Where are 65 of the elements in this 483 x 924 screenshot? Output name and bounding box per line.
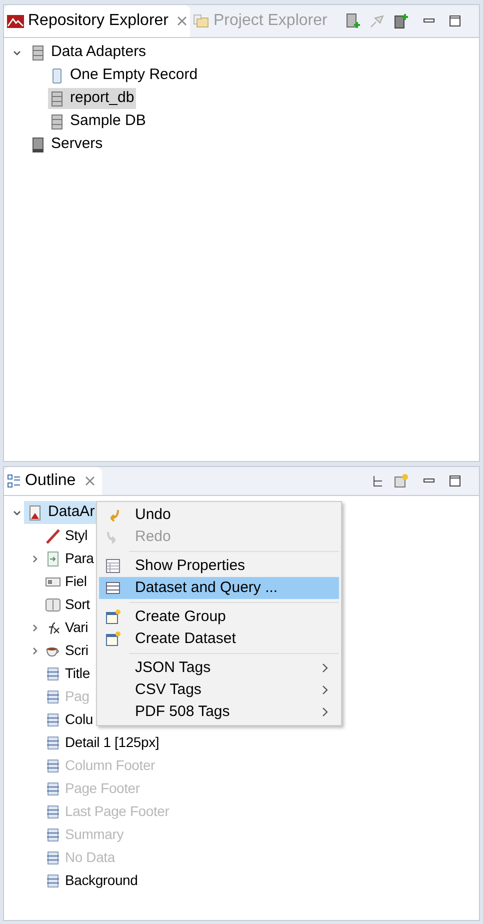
tree-item[interactable]: Colu — [43, 709, 95, 730]
tree-item[interactable]: Title — [43, 663, 92, 684]
tree-item[interactable]: Scri — [43, 640, 90, 661]
band-icon — [46, 874, 60, 888]
tree-item[interactable]: report_db — [48, 88, 136, 109]
tab-label: Repository Explorer — [28, 11, 168, 31]
add-server-icon[interactable] — [393, 13, 409, 29]
close-icon[interactable] — [176, 16, 186, 26]
menu-item[interactable]: Create Group — [99, 606, 339, 628]
tab-label: Outline — [25, 471, 77, 491]
maximize-icon[interactable] — [449, 15, 461, 27]
add-database-icon[interactable] — [345, 13, 361, 29]
new-window-icon — [105, 609, 121, 625]
panel-tab[interactable]: Repository Explorer — [4, 5, 190, 37]
chevron-right-icon[interactable] — [30, 646, 40, 656]
menu-item[interactable]: Create Dataset — [99, 628, 339, 650]
table-icon — [105, 558, 121, 574]
database-icon — [50, 114, 64, 130]
add-band-icon[interactable] — [393, 473, 409, 489]
menu-item[interactable]: PDF 508 Tags — [99, 701, 339, 723]
band-icon — [46, 782, 60, 796]
tree-item[interactable]: Data Adapters — [29, 42, 148, 63]
maximize-icon[interactable] — [449, 475, 461, 487]
tab-label: Project Explorer — [214, 11, 328, 31]
field-icon — [45, 576, 61, 588]
menu-item[interactable]: CSV Tags — [99, 679, 339, 701]
new-window-icon — [105, 631, 121, 647]
panel-tab[interactable]: Outline — [4, 467, 102, 495]
band-icon — [46, 666, 60, 680]
tree-item[interactable]: Detail 1 [125px] — [43, 732, 162, 753]
menu-item[interactable]: JSON Tags — [99, 657, 339, 679]
menu-item[interactable]: Show Properties — [99, 555, 339, 577]
brush-icon — [45, 528, 61, 544]
band-icon — [46, 850, 60, 864]
band-icon — [46, 828, 60, 842]
server-icon — [31, 136, 45, 152]
mountain-logo-icon — [7, 14, 24, 28]
document-icon — [50, 68, 64, 84]
database-icon — [50, 90, 64, 106]
list-icon — [105, 580, 121, 596]
hierarchy-icon[interactable] — [371, 474, 385, 488]
band-icon — [46, 690, 60, 704]
outline-icon — [7, 474, 21, 488]
menu-item[interactable]: Dataset and Query ... — [99, 577, 339, 599]
chevron-right-icon[interactable] — [30, 554, 40, 564]
tree-item[interactable]: Sort — [43, 594, 92, 615]
parameter-icon — [46, 550, 60, 566]
folder-icon — [192, 14, 210, 28]
tree-item[interactable]: Styl — [43, 525, 90, 546]
report-icon — [28, 504, 42, 520]
sort-icon — [45, 598, 61, 612]
close-icon[interactable] — [84, 476, 95, 486]
tree-item[interactable]: Servers — [29, 134, 105, 155]
tree-item[interactable]: One Empty Record — [48, 65, 200, 86]
chevron-right-icon[interactable] — [30, 622, 40, 632]
tree-item[interactable]: Fiel — [43, 571, 89, 592]
band-icon — [46, 712, 60, 726]
band-icon — [46, 736, 60, 750]
tree-item[interactable]: Vari — [43, 617, 90, 638]
tree-item[interactable]: Sample DB — [48, 111, 148, 132]
tree-item[interactable]: Para — [43, 548, 96, 569]
database-icon — [31, 44, 45, 60]
band-icon — [46, 804, 60, 818]
tree-item[interactable]: Background — [43, 870, 140, 891]
band-icon — [46, 758, 60, 772]
